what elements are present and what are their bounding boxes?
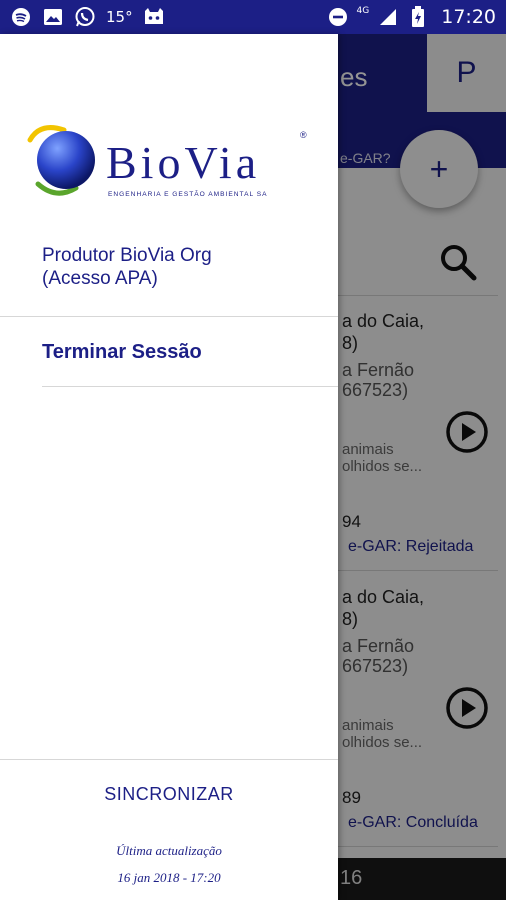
last-update-value: 16 jan 2018 - 17:20	[117, 870, 221, 885]
divider	[42, 386, 338, 387]
biovia-logo: BioVia ® ENGENHARIA E GESTÃO AMBIENTAL S…	[27, 125, 307, 198]
whatsapp-icon	[74, 6, 96, 28]
sync-button[interactable]: SINCRONIZAR	[0, 784, 338, 805]
clock-text: 17:20	[441, 6, 496, 28]
last-update-label: Última actualização	[116, 843, 222, 858]
user-account-label: Produtor BioVia Org (Acesso APA)	[42, 244, 312, 290]
divider	[0, 316, 338, 317]
image-icon	[42, 6, 64, 28]
do-not-disturb-icon	[327, 6, 349, 28]
user-name-line: Produtor BioVia Org	[42, 245, 212, 266]
logo-text: BioVia	[106, 137, 260, 188]
svg-text:®: ®	[300, 130, 307, 140]
user-access-line: (Acesso APA)	[42, 268, 158, 289]
navigation-drawer: BioVia ® ENGENHARIA E GESTÃO AMBIENTAL S…	[0, 34, 338, 900]
temperature-text: 15°	[106, 8, 133, 26]
logo-tagline: ENGENHARIA E GESTÃO AMBIENTAL SA	[108, 189, 268, 198]
spotify-icon	[10, 6, 32, 28]
status-bar: 15° 4G 17:20	[0, 0, 506, 34]
battery-icon	[407, 6, 429, 28]
cat-app-icon	[143, 6, 165, 28]
divider	[0, 759, 338, 760]
signal-icon	[377, 6, 399, 28]
network-type-text: 4G	[356, 6, 370, 16]
logout-button[interactable]: Terminar Sessão	[42, 341, 202, 364]
